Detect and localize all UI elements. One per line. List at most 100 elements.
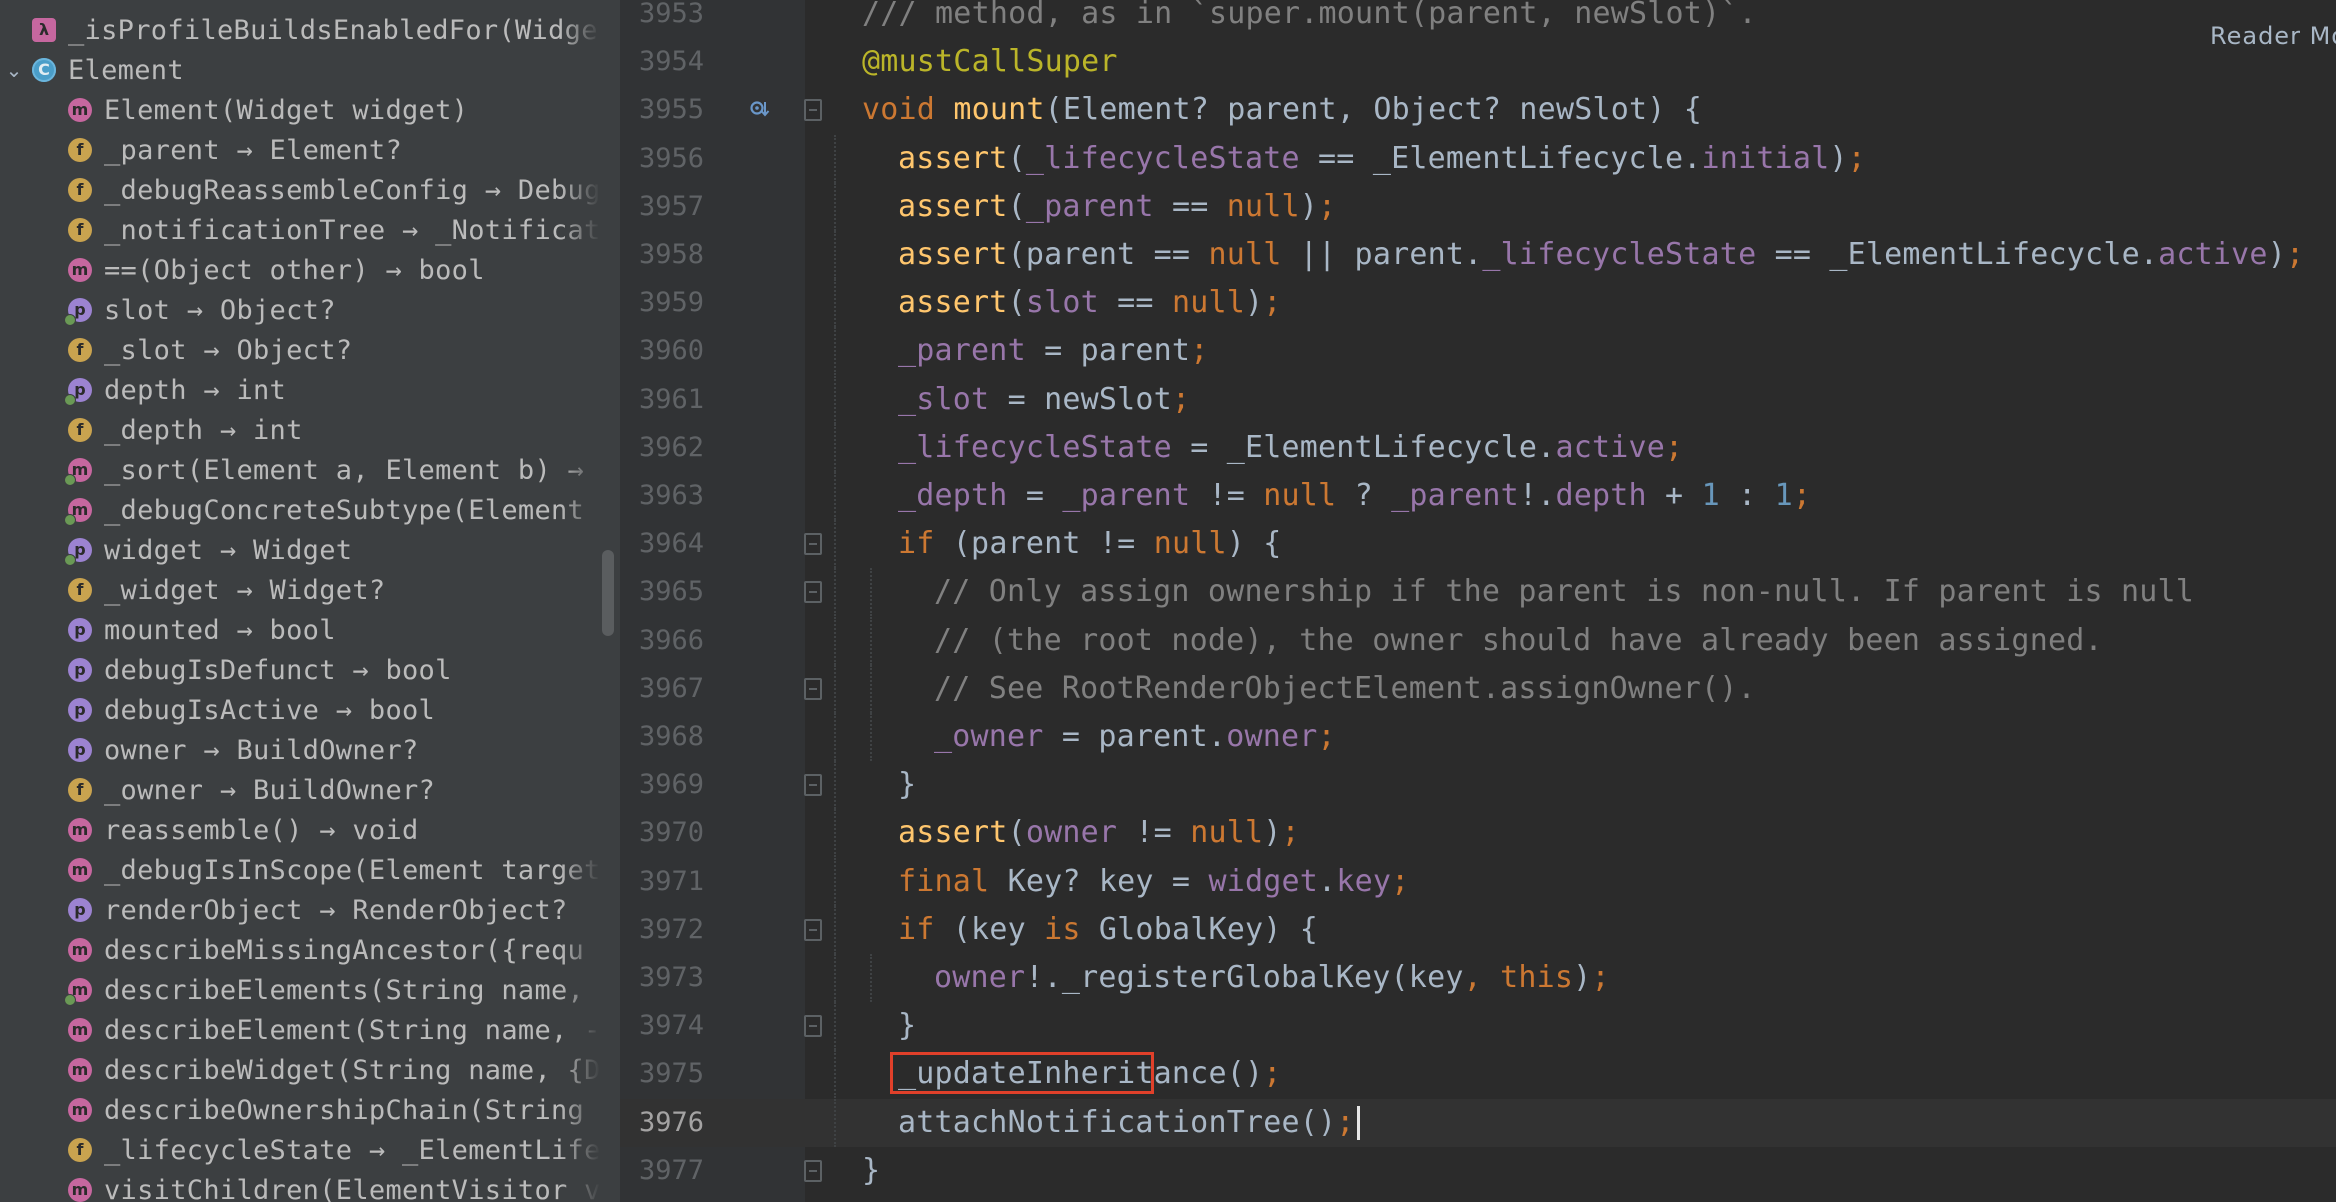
code-line[interactable]: 3960 _parent = parent; [620, 327, 2336, 376]
structure-item[interactable]: f _slot → Object? [0, 330, 600, 370]
code-token: + [1646, 478, 1702, 513]
structure-item[interactable]: m describeWidget(String name, {D [0, 1050, 600, 1090]
code-line[interactable]: 3970 assert(owner != null); [620, 809, 2336, 858]
structure-item[interactable]: m _debugConcreteSubtype(Element [0, 490, 600, 530]
structure-item-label: describeElement(String name, - [104, 1014, 600, 1046]
structure-item[interactable]: m describeElement(String name, - [0, 1010, 600, 1050]
code-line[interactable]: 3963 _depth = _parent != null ? _parent!.… [620, 472, 2336, 520]
structure-item[interactable]: m reassemble() → void [0, 810, 600, 850]
structure-item[interactable]: p owner → BuildOwner? [0, 730, 600, 770]
line-number: 3968 [638, 721, 704, 752]
text-caret [1356, 1106, 1360, 1141]
line-number: 3971 [638, 865, 704, 897]
code-token: } [898, 1008, 917, 1044]
structure-item[interactable]: m ==(Object other) → bool [0, 250, 600, 290]
code-line[interactable]: 3961 _slot = newSlot; [620, 375, 2336, 424]
code-line[interactable]: 3956 assert(_lifecycleState == _ElementLi… [620, 134, 2336, 183]
code-line[interactable]: 3964 if (parent != null) { [620, 520, 2336, 569]
code-line[interactable]: 3977} [620, 1147, 2336, 1195]
code-line[interactable]: 3967 // See RootRenderObjectElement.assig… [620, 664, 2336, 713]
code-line[interactable]: 3957 assert(_parent == null); [620, 182, 2336, 231]
structure-item-label: describeElements(String name, [104, 974, 585, 1006]
code-token: ; [1847, 140, 1866, 176]
override-icon[interactable] [750, 100, 770, 120]
code-line[interactable]: 3971 final Key? key = widget.key; [620, 857, 2336, 906]
code-line[interactable]: 3959 assert(slot == null); [620, 279, 2336, 328]
structure-item[interactable]: m describeMissingAncestor({requ [0, 930, 600, 970]
code-line[interactable]: 3966 // (the root node), the owner should… [620, 616, 2336, 665]
line-number: 3970 [638, 817, 704, 849]
structure-item[interactable]: m _debugIsInScope(Element target [0, 850, 600, 890]
structure-item[interactable]: f _debugReassembleConfig → Debug [0, 170, 600, 210]
code-line[interactable]: 3974} [620, 1002, 2336, 1051]
code-token: ) [1244, 285, 1264, 321]
code-line[interactable]: 3965 // Only assign ownership if the pare… [620, 568, 2336, 617]
code-line[interactable]: 3973 owner!._registerGlobalKey(key, this)… [620, 954, 2336, 1002]
code-token: ) { [1226, 526, 1282, 562]
structure-scrollbar[interactable] [602, 550, 614, 636]
structure-item[interactable]: p depth → int [0, 370, 600, 410]
property-icon: p [68, 698, 92, 722]
code-token: != [1190, 478, 1264, 513]
structure-item-label: _lifecycleState → _ElementLife [104, 1134, 600, 1166]
fold-toggle-icon[interactable] [804, 581, 822, 604]
code-token: null [1190, 815, 1264, 851]
code-line[interactable]: 3968 _owner = parent.owner; [620, 713, 2336, 761]
structure-item[interactable]: p renderObject → RenderObject? [0, 890, 600, 930]
code-line[interactable]: 3962 _lifecycleState = _ElementLifecycle.… [620, 423, 2336, 472]
structure-item[interactable]: p mounted → bool [0, 610, 600, 650]
structure-item[interactable]: m describeElements(String name, [0, 970, 600, 1010]
code-line[interactable]: 3953 /// method, as in `super.mount(paren… [620, 0, 2336, 38]
code-line[interactable]: 3955 void mount(Element? parent, Object? … [620, 86, 2336, 134]
field-icon: f [68, 138, 92, 162]
structure-item[interactable]: m _sort(Element a, Element b) → [0, 450, 600, 490]
structure-item[interactable]: p widget → Widget [0, 530, 600, 570]
code-token: _lifecycleState [1482, 237, 1757, 272]
structure-item[interactable]: p debugIsActive → bool [0, 690, 600, 730]
code-token: } [862, 1152, 881, 1188]
structure-item[interactable]: f _widget → Widget? [0, 570, 600, 610]
code-line[interactable]: 3972 if (key is GlobalKey) { [620, 905, 2336, 954]
code-token: = parent [1025, 333, 1191, 369]
code-token: owner [1025, 815, 1118, 851]
code-token: = newSlot [989, 381, 1172, 417]
structure-item[interactable]: λ _isProfileBuildsEnabledFor(Widge [0, 10, 600, 50]
fold-toggle-icon[interactable] [804, 1015, 822, 1038]
structure-item[interactable]: f _depth → int [0, 410, 600, 450]
chevron-down-icon[interactable]: ⌄ [4, 58, 24, 82]
structure-item-label: Element(Widget widget) [104, 94, 469, 126]
code-line[interactable]: 3975 _updateInheritance(); [620, 1050, 2336, 1099]
code-line[interactable]: 3958 assert(parent == null || parent._lif… [620, 231, 2336, 279]
code-editor[interactable]: Reader Mo 3953/// method, as in `super.m… [620, 0, 2336, 1202]
fold-toggle-icon[interactable] [804, 774, 822, 797]
line-number: 3978 [620, 1195, 704, 1202]
structure-item[interactable]: f _parent → Element? [0, 130, 600, 170]
fold-toggle-icon[interactable] [804, 677, 822, 700]
code-token: == _ElementLifecycle. [1756, 237, 2159, 272]
code-line[interactable]: 3969} [620, 761, 2336, 810]
structure-item[interactable]: m Element(Widget widget) [0, 90, 600, 130]
structure-item[interactable]: f _notificationTree → _Notificat [0, 210, 600, 250]
code-text: _owner = parent.owner; [934, 713, 1336, 761]
method-icon: m [68, 1058, 92, 1082]
code-token: widget [1208, 863, 1319, 899]
structure-item[interactable]: m visitChildren(ElementVisitor v [0, 1170, 600, 1202]
field-icon: f [68, 578, 92, 602]
structure-item[interactable]: f _lifecycleState → _ElementLife [0, 1130, 600, 1170]
code-token: (parent != [952, 526, 1154, 562]
structure-item[interactable]: ⌄ C Element [0, 50, 600, 90]
code-token: _parent [1391, 478, 1519, 513]
structure-item[interactable]: p slot → Object? [0, 290, 600, 330]
code-line[interactable]: 3976 attachNotificationTree(); [620, 1098, 2336, 1147]
fold-toggle-icon[interactable] [804, 918, 822, 941]
code-line[interactable]: 3954 @mustCallSuper [620, 38, 2336, 86]
structure-item[interactable]: p debugIsDefunct → bool [0, 650, 600, 690]
structure-item[interactable]: f _owner → BuildOwner? [0, 770, 600, 810]
field-icon: f [68, 178, 92, 202]
fold-toggle-icon[interactable] [804, 1159, 822, 1182]
structure-item[interactable]: m describeOwnershipChain(String [0, 1090, 600, 1130]
structure-item-label: mounted → bool [104, 614, 336, 646]
fold-toggle-icon[interactable] [804, 99, 822, 122]
code-line[interactable]: 3978 [620, 1195, 2336, 1202]
fold-toggle-icon[interactable] [804, 533, 822, 556]
